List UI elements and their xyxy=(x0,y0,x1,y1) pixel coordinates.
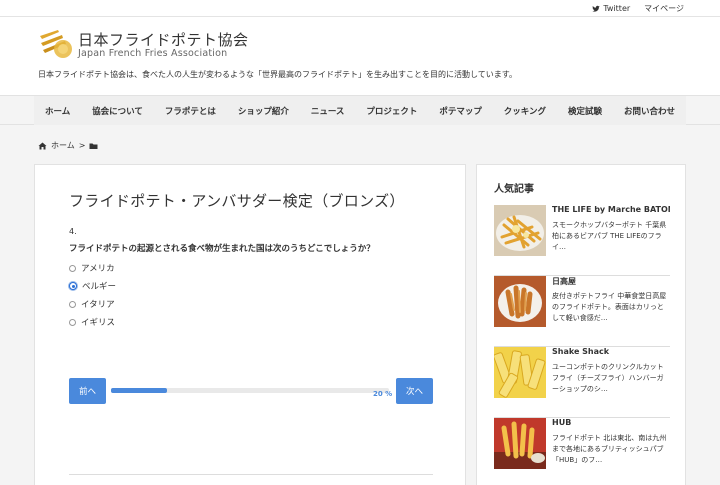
nav-item-about[interactable]: 協会について xyxy=(81,96,154,125)
nav-item-furapote[interactable]: フラポテとは xyxy=(154,96,227,125)
logo-title: 日本フライドポテト協会 xyxy=(78,31,249,49)
popular-articles: THE LIFE by Marche BATON スモークホップバターポテト 千… xyxy=(494,205,670,485)
nav-item-home[interactable]: ホーム xyxy=(34,96,81,125)
question-number: 4. xyxy=(69,227,77,236)
option-italy[interactable]: イタリア xyxy=(69,295,116,313)
option-belgium[interactable]: ベルギー xyxy=(69,277,116,295)
quiz-panel: フライドポテト・アンバサダー検定（ブロンズ） 4. フライドポテトの起源とされる… xyxy=(34,164,466,485)
breadcrumb: ホーム > xyxy=(38,140,98,151)
article-excerpt: 皮付きポテトフライ 中華食堂日高屋のフライドポテト。表面はカリっとして軽い食感だ… xyxy=(552,292,667,322)
radio-britain[interactable] xyxy=(69,318,76,326)
next-button[interactable]: 次へ xyxy=(396,378,433,404)
nav-item-shops[interactable]: ショップ紹介 xyxy=(227,96,300,125)
option-label: イタリア xyxy=(81,300,115,310)
progress-bar xyxy=(111,388,389,393)
option-label: アメリカ xyxy=(81,264,115,274)
folder-icon[interactable] xyxy=(89,142,98,150)
article-item[interactable]: THE LIFE by Marche BATON スモークホップバターポテト 千… xyxy=(494,205,670,276)
article-thumbnail[interactable] xyxy=(494,276,546,327)
option-america[interactable]: アメリカ xyxy=(69,259,116,277)
sidebar: 人気記事 THE LIFE by Marche BATON スモークホップバター… xyxy=(476,164,686,485)
article-title[interactable]: HUB xyxy=(552,418,670,427)
site-tagline: 日本フライドポテト協会は、食べた人の人生が変わるような「世界最高のフライドポテト… xyxy=(38,70,517,79)
article-item[interactable]: 日高屋 皮付きポテトフライ 中華食堂日高屋のフライドポテト。表面はカリっとして軽… xyxy=(494,276,670,347)
radio-belgium[interactable] xyxy=(69,282,77,290)
nav-item-news[interactable]: ニュース xyxy=(300,96,356,125)
article-excerpt: ユーコンポテトのクリンクルカットフライ（チーズフライ）ハンバーガーショップのシ… xyxy=(552,363,664,393)
nav-item-contact[interactable]: お問い合わせ xyxy=(613,96,686,125)
mypage-link[interactable]: マイページ xyxy=(644,3,684,14)
article-excerpt: スモークホップバターポテト 千葉県柏にあるビアパブ THE LIFEのフライ… xyxy=(552,221,667,251)
logo-subtitle: Japan French Fries Association xyxy=(78,48,228,59)
radio-italy[interactable] xyxy=(69,300,76,308)
prev-button[interactable]: 前へ xyxy=(69,378,106,404)
article-excerpt: フライドポテト 北は東北、南は九州まで各地にあるブリティッシュパブ「HUB」のフ… xyxy=(552,434,667,464)
twitter-link[interactable]: Twitter xyxy=(592,3,630,14)
home-icon xyxy=(38,142,47,149)
site-logo[interactable]: 日本フライドポテト協会 Japan French Fries Associati… xyxy=(38,27,248,61)
nav-item-projects[interactable]: プロジェクト xyxy=(355,96,428,125)
nav-item-potemap[interactable]: ポテマップ xyxy=(428,96,492,125)
progress-fill xyxy=(111,388,167,393)
article-thumbnail[interactable] xyxy=(494,418,546,469)
article-thumbnail[interactable] xyxy=(494,347,546,398)
site-header: 日本フライドポテト協会 Japan French Fries Associati… xyxy=(0,17,720,95)
option-label: イギリス xyxy=(81,318,116,328)
global-nav: ホーム 協会について フラポテとは ショップ紹介 ニュース プロジェクト ポテマ… xyxy=(0,95,720,125)
divider xyxy=(69,474,433,475)
option-britain[interactable]: イギリス xyxy=(69,313,116,331)
option-label: ベルギー xyxy=(82,282,117,292)
breadcrumb-separator: > xyxy=(78,141,86,150)
nav-menu: ホーム 協会について フラポテとは ショップ紹介 ニュース プロジェクト ポテマ… xyxy=(34,96,686,125)
article-title[interactable]: THE LIFE by Marche BATON xyxy=(552,205,670,214)
article-item[interactable]: HUB フライドポテト 北は東北、南は九州まで各地にあるブリティッシュパブ「HU… xyxy=(494,418,670,485)
top-bar: Twitter マイページ xyxy=(0,0,720,17)
quiz-navigation: 前へ 20 % 次へ xyxy=(69,378,433,404)
article-thumbnail[interactable] xyxy=(494,205,546,256)
page-title: フライドポテト・アンバサダー検定（ブロンズ） xyxy=(69,192,405,210)
progress-label: 20 % xyxy=(373,390,393,398)
sidebar-title: 人気記事 xyxy=(494,184,534,195)
radio-america[interactable] xyxy=(69,264,76,272)
article-item[interactable]: Shake Shack ユーコンポテトのクリンクルカットフライ（チーズフライ）ハ… xyxy=(494,347,670,418)
question-text: フライドポテトの起源とされる食べ物が生まれた国は次のうちどこでしょうか？ xyxy=(69,244,375,254)
nav-item-cooking[interactable]: クッキング xyxy=(493,96,557,125)
twitter-label: Twitter xyxy=(603,4,631,13)
article-title[interactable]: Shake Shack xyxy=(552,347,670,356)
top-links: Twitter マイページ xyxy=(592,3,684,14)
logo-mark-icon xyxy=(40,30,72,58)
breadcrumb-home[interactable]: ホーム xyxy=(51,140,75,151)
nav-item-exam[interactable]: 検定試験 xyxy=(557,96,613,125)
answer-options: アメリカ ベルギー イタリア イギリス xyxy=(69,259,116,331)
twitter-icon xyxy=(592,5,601,12)
article-title[interactable]: 日高屋 xyxy=(552,276,670,287)
